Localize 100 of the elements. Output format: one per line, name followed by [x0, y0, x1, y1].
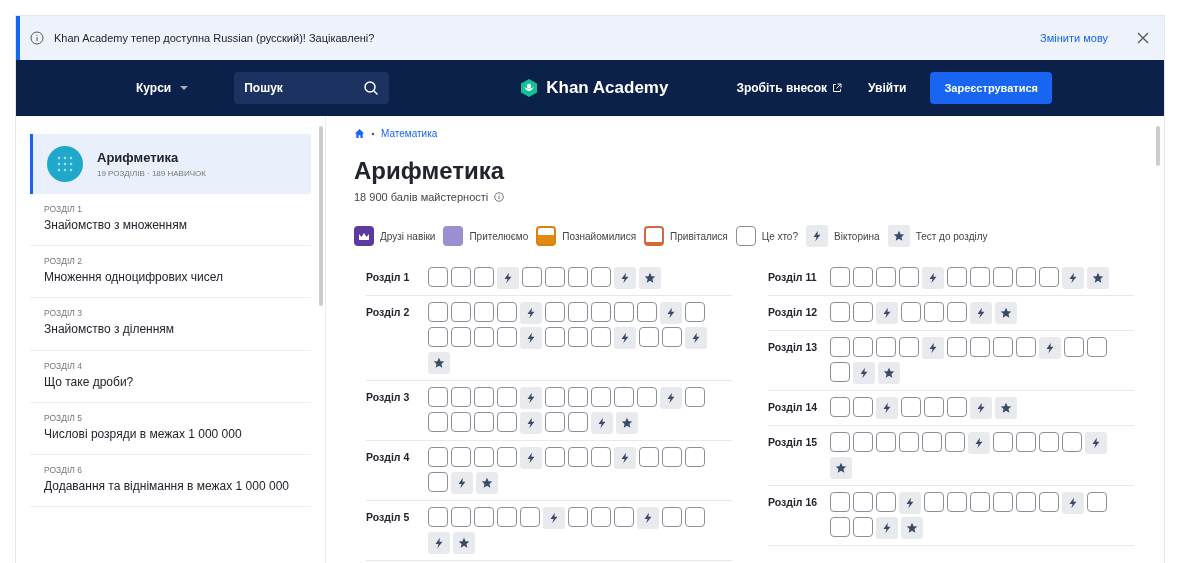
skill-square[interactable]: [568, 507, 588, 527]
skill-square[interactable]: [970, 267, 990, 287]
quiz-icon[interactable]: [520, 302, 542, 324]
quiz-icon[interactable]: [968, 432, 990, 454]
skill-square[interactable]: [497, 302, 517, 322]
unit-test-icon[interactable]: [476, 472, 498, 494]
quiz-icon[interactable]: [614, 447, 636, 469]
quiz-icon[interactable]: [1062, 492, 1084, 514]
skill-square[interactable]: [901, 302, 921, 322]
skill-square[interactable]: [497, 327, 517, 347]
unit-test-icon[interactable]: [901, 517, 923, 539]
skill-square[interactable]: [451, 507, 471, 527]
skill-square[interactable]: [591, 267, 611, 287]
quiz-icon[interactable]: [428, 532, 450, 554]
skill-square[interactable]: [591, 447, 611, 467]
quiz-icon[interactable]: [685, 327, 707, 349]
skill-square[interactable]: [662, 327, 682, 347]
skill-square[interactable]: [637, 302, 657, 322]
skill-square[interactable]: [853, 492, 873, 512]
quiz-icon[interactable]: [614, 327, 636, 349]
skill-square[interactable]: [428, 412, 448, 432]
home-icon[interactable]: [354, 128, 365, 139]
signup-button[interactable]: Зареєструватися: [930, 72, 1052, 104]
skill-square[interactable]: [876, 492, 896, 512]
skill-square[interactable]: [876, 337, 896, 357]
quiz-icon[interactable]: [922, 267, 944, 289]
skill-square[interactable]: [474, 327, 494, 347]
skill-square[interactable]: [474, 302, 494, 322]
skill-square[interactable]: [947, 337, 967, 357]
skill-square[interactable]: [520, 507, 540, 527]
login-link[interactable]: Увійти: [868, 81, 907, 95]
skill-square[interactable]: [568, 302, 588, 322]
skill-square[interactable]: [830, 267, 850, 287]
skill-square[interactable]: [685, 447, 705, 467]
logo-text[interactable]: Khan Academy: [546, 78, 669, 98]
skill-square[interactable]: [497, 387, 517, 407]
quiz-icon[interactable]: [660, 387, 682, 409]
unit-test-icon[interactable]: [616, 412, 638, 434]
skill-square[interactable]: [993, 267, 1013, 287]
skill-square[interactable]: [1039, 267, 1059, 287]
skill-square[interactable]: [1087, 492, 1107, 512]
unit-test-icon[interactable]: [428, 352, 450, 374]
skill-square[interactable]: [428, 387, 448, 407]
skill-square[interactable]: [497, 412, 517, 432]
skill-square[interactable]: [853, 397, 873, 417]
skill-square[interactable]: [876, 267, 896, 287]
skill-square[interactable]: [830, 397, 850, 417]
quiz-icon[interactable]: [497, 267, 519, 289]
quiz-icon[interactable]: [520, 412, 542, 434]
info-icon[interactable]: [494, 192, 505, 202]
quiz-icon[interactable]: [970, 397, 992, 419]
skill-square[interactable]: [993, 337, 1013, 357]
scrollbar[interactable]: [319, 126, 323, 306]
skill-square[interactable]: [1064, 337, 1084, 357]
skill-square[interactable]: [830, 517, 850, 537]
skill-square[interactable]: [568, 412, 588, 432]
skill-square[interactable]: [568, 327, 588, 347]
skill-square[interactable]: [451, 302, 471, 322]
skill-square[interactable]: [614, 387, 634, 407]
skill-square[interactable]: [474, 412, 494, 432]
skill-square[interactable]: [1016, 492, 1036, 512]
skill-square[interactable]: [522, 267, 542, 287]
skill-square[interactable]: [1016, 337, 1036, 357]
skill-square[interactable]: [545, 327, 565, 347]
donate-link[interactable]: Зробіть внесок: [736, 81, 828, 95]
quiz-icon[interactable]: [520, 387, 542, 409]
breadcrumb-link[interactable]: Математика: [381, 128, 438, 139]
quiz-icon[interactable]: [520, 447, 542, 469]
unit-item[interactable]: РОЗДІЛ 4 Що таке дроби?: [30, 350, 311, 403]
skill-square[interactable]: [474, 447, 494, 467]
skill-square[interactable]: [853, 267, 873, 287]
unit-test-icon[interactable]: [995, 302, 1017, 324]
skill-square[interactable]: [853, 432, 873, 452]
quiz-icon[interactable]: [876, 397, 898, 419]
skill-square[interactable]: [899, 337, 919, 357]
skill-square[interactable]: [614, 302, 634, 322]
skill-square[interactable]: [899, 432, 919, 452]
quiz-icon[interactable]: [660, 302, 682, 324]
skill-square[interactable]: [922, 432, 942, 452]
skill-square[interactable]: [591, 327, 611, 347]
skill-square[interactable]: [591, 507, 611, 527]
skill-square[interactable]: [497, 447, 517, 467]
skill-square[interactable]: [428, 447, 448, 467]
skill-square[interactable]: [853, 302, 873, 322]
quiz-icon[interactable]: [591, 412, 613, 434]
skill-square[interactable]: [899, 267, 919, 287]
skill-square[interactable]: [451, 267, 471, 287]
quiz-icon[interactable]: [876, 517, 898, 539]
skill-square[interactable]: [830, 362, 850, 382]
close-icon[interactable]: [1136, 31, 1150, 45]
courses-menu[interactable]: Курси: [136, 81, 190, 95]
skill-square[interactable]: [451, 447, 471, 467]
skill-square[interactable]: [1016, 267, 1036, 287]
unit-test-icon[interactable]: [453, 532, 475, 554]
quiz-icon[interactable]: [614, 267, 636, 289]
unit-item[interactable]: РОЗДІЛ 6 Додавання та віднімання в межах 1 000 000: [30, 454, 311, 508]
skill-square[interactable]: [428, 302, 448, 322]
skill-square[interactable]: [1039, 432, 1059, 452]
skill-square[interactable]: [639, 327, 659, 347]
unit-test-icon[interactable]: [1087, 267, 1109, 289]
